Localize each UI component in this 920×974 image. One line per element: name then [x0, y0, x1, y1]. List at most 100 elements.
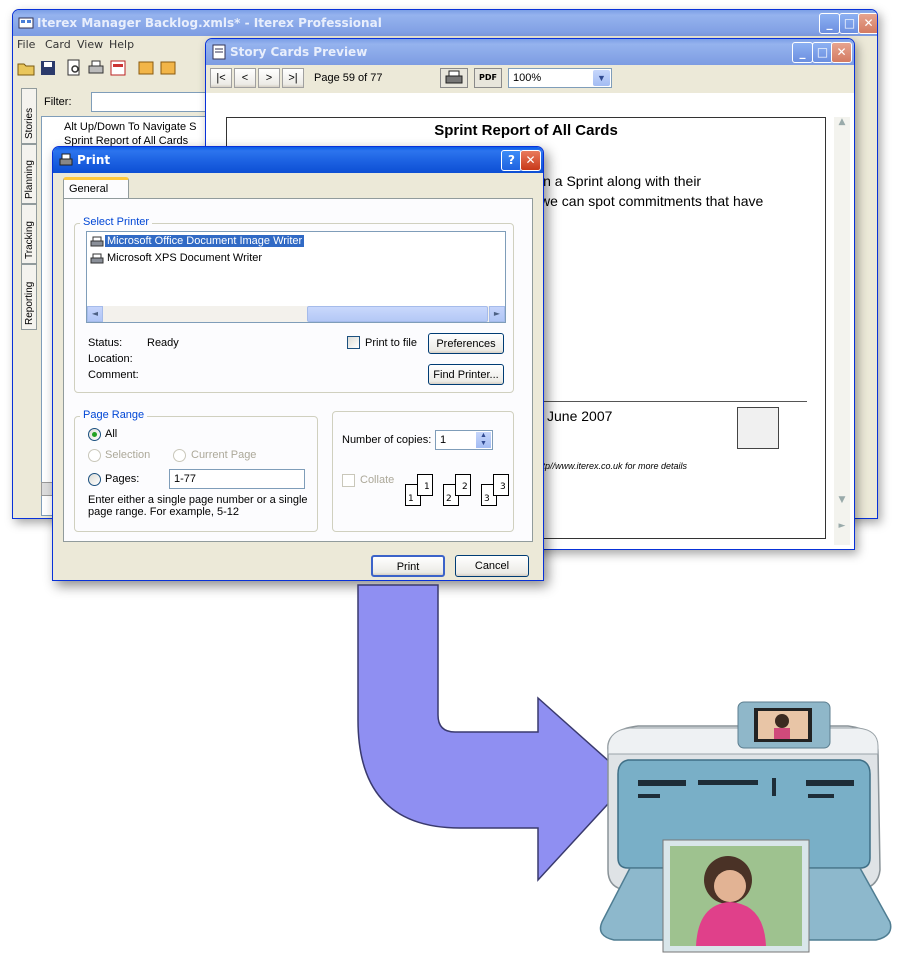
zoom-select[interactable]: 100% ▼ [508, 68, 612, 88]
preview-toolbar: |< < > >| Page 59 of 77 PDF 100% ▼ [206, 66, 854, 92]
list-item[interactable]: Alt Up/Down To Navigate S [64, 121, 196, 133]
location-label: Location: [88, 353, 133, 365]
preview-scrollbar[interactable]: ▲ ▼ ► [834, 117, 850, 545]
all-radio[interactable] [88, 428, 101, 441]
print-dialog-icon [59, 153, 73, 166]
collate-checkbox [342, 474, 355, 487]
print-to-file-checkbox[interactable] [347, 336, 360, 349]
next-page-button[interactable]: > [258, 68, 280, 88]
report-footer-text: http//www.iterex.co.uk for more details [535, 461, 688, 471]
collate-label: Collate [360, 474, 395, 486]
all-label: All [105, 428, 118, 440]
menu-file[interactable]: File [17, 38, 35, 51]
current-page-radio [173, 449, 186, 462]
preview-minimize-button[interactable]: _ [792, 42, 813, 63]
menu-view[interactable]: View [77, 38, 103, 51]
pages-radio[interactable] [88, 473, 101, 486]
tab-planning[interactable]: Planning [21, 144, 37, 204]
print-dialog-titlebar[interactable]: Print ? ✕ [53, 147, 543, 173]
collate-illustration: 1 1 2 2 3 3 [405, 472, 511, 510]
scroll-right-icon[interactable]: ► [489, 306, 505, 322]
selection-radio [88, 449, 101, 462]
tab-general[interactable]: General [63, 177, 129, 199]
cancel-button[interactable]: Cancel [455, 555, 529, 577]
printer-button[interactable] [440, 68, 468, 88]
card-alt-icon[interactable] [159, 59, 177, 77]
printer-list-hscrollbar[interactable]: ◄ ► [87, 306, 505, 322]
report-text-line-1: in a Sprint along with their [540, 173, 702, 189]
open-folder-icon[interactable] [17, 59, 35, 77]
pdf-label: PDF [479, 73, 497, 82]
print-dialog-close-button[interactable]: ✕ [520, 150, 541, 171]
pages-input[interactable]: 1-77 [169, 469, 305, 489]
select-printer-label: Select Printer [80, 216, 153, 228]
printer-list[interactable]: Microsoft Office Document Image Writer M… [86, 231, 506, 323]
report-text-line-2: we can spot commitments that have [540, 193, 764, 209]
scroll-left-icon[interactable]: ◄ [87, 306, 103, 322]
page-range-help: Enter either a single page number or a s… [88, 494, 308, 518]
printer-icon [90, 253, 104, 264]
minimize-button[interactable]: _ [819, 13, 840, 34]
printer-item-label: Microsoft Office Document Image Writer [105, 235, 305, 247]
tab-general-label: General [69, 183, 109, 195]
status-value: Ready [147, 337, 179, 349]
pages-label: Pages: [105, 473, 140, 485]
tab-reporting[interactable]: Reporting [21, 264, 37, 330]
printer-icon [445, 70, 463, 84]
print-button[interactable]: Print [371, 555, 445, 577]
preview-maximize-button[interactable]: □ [812, 42, 833, 63]
toolbar [15, 57, 205, 81]
selection-label: Selection [105, 449, 151, 461]
copies-value: 1 [440, 434, 447, 446]
preview-titlebar[interactable]: Story Cards Preview _ □ ✕ [206, 39, 854, 65]
main-window-title: Iterex Manager Backlog.xmls* - Iterex Pr… [37, 16, 382, 30]
print-to-file-label: Print to file [365, 337, 417, 349]
last-page-button[interactable]: >| [282, 68, 304, 88]
current-page-label: Current Page [191, 449, 257, 461]
menu-bar: File Card View Help [13, 38, 203, 54]
print-icon[interactable] [87, 59, 105, 77]
export-icon[interactable] [109, 59, 127, 77]
filter-input[interactable] [91, 92, 211, 112]
scroll-down-icon[interactable]: ▼ [834, 495, 850, 511]
comment-label: Comment: [88, 369, 139, 381]
menu-card[interactable]: Card [45, 38, 71, 51]
scroll-up-icon[interactable]: ▲ [834, 117, 850, 133]
app-icon [18, 17, 34, 29]
scroll-right-icon[interactable]: ► [834, 521, 850, 537]
copies-input[interactable]: 1 ▲ ▼ [435, 430, 493, 450]
print-dialog: Print ? ✕ General Select Printer Microso… [52, 146, 544, 581]
menu-help[interactable]: Help [109, 38, 134, 51]
photo-printer-icon [599, 701, 892, 953]
zoom-value: 100% [513, 72, 542, 84]
scroll-thumb[interactable] [307, 306, 488, 322]
filter-label: Filter: [44, 96, 72, 108]
page-indicator: Page 59 of 77 [314, 72, 383, 84]
chevron-down-icon[interactable]: ▼ [593, 70, 610, 86]
maximize-button[interactable]: □ [839, 13, 860, 34]
print-dialog-title: Print [77, 153, 111, 167]
tab-tracking[interactable]: Tracking [21, 204, 37, 264]
pdf-button[interactable]: PDF [474, 68, 502, 88]
prev-page-button[interactable]: < [234, 68, 256, 88]
printer-icon [90, 236, 104, 247]
help-button[interactable]: ? [501, 150, 522, 171]
preview-title: Story Cards Preview [230, 45, 368, 59]
printer-item-label: Microsoft XPS Document Writer [107, 252, 263, 264]
preview-close-button[interactable]: ✕ [831, 42, 852, 63]
collate-page: 3 [493, 474, 509, 496]
close-button[interactable]: ✕ [858, 13, 877, 34]
collate-page: 1 [417, 474, 433, 496]
first-page-button[interactable]: |< [210, 68, 232, 88]
card-icon[interactable] [137, 59, 155, 77]
spinner-icon[interactable]: ▲ ▼ [476, 432, 491, 448]
main-window-titlebar[interactable]: Iterex Manager Backlog.xmls* - Iterex Pr… [13, 10, 877, 36]
collate-page: 2 [455, 474, 471, 496]
save-icon[interactable] [39, 59, 57, 77]
print-preview-icon[interactable] [65, 59, 83, 77]
tab-stories[interactable]: Stories [21, 88, 37, 144]
page-range-label: Page Range [80, 409, 148, 421]
preview-window-icon [212, 44, 226, 60]
preferences-button[interactable]: Preferences [428, 333, 504, 354]
find-printer-button[interactable]: Find Printer... [428, 364, 504, 385]
